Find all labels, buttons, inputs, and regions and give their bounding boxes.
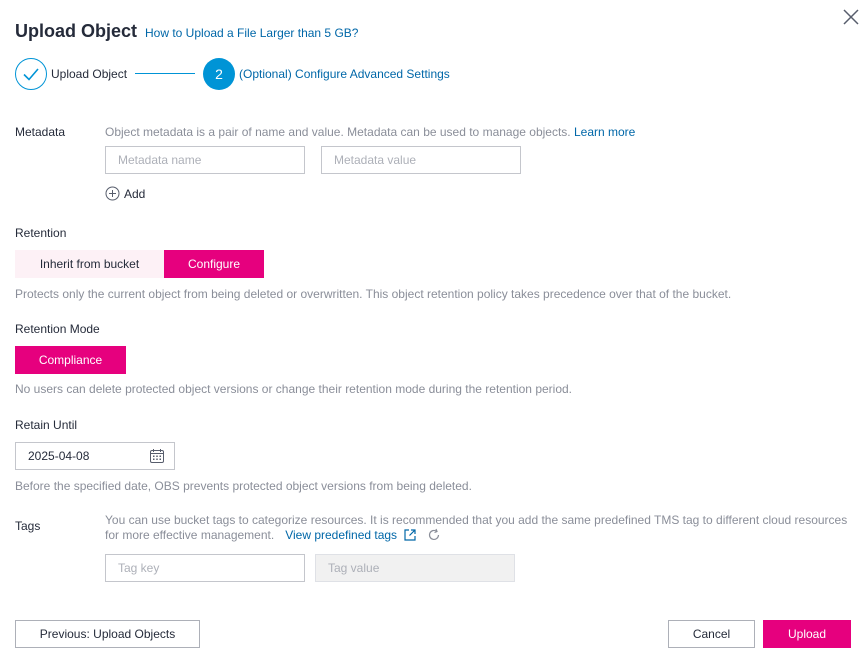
step-2-label: (Optional) Configure Advanced Settings: [239, 67, 450, 81]
step-1-label: Upload Object: [51, 67, 128, 81]
step-1-done-indicator: [15, 58, 47, 90]
retain-until-value: 2025-04-08: [28, 449, 90, 463]
tag-key-input[interactable]: Tag key: [105, 554, 305, 582]
close-icon[interactable]: [842, 8, 860, 26]
add-label: Add: [124, 186, 146, 201]
dialog-title: Upload Object: [15, 21, 138, 41]
add-circle-icon: [105, 186, 120, 201]
tags-label: Tags: [15, 519, 41, 533]
learn-more-link[interactable]: Learn more: [574, 125, 635, 139]
previous-step-button[interactable]: Previous: Upload Objects: [15, 620, 200, 648]
retention-configure-option[interactable]: Configure: [164, 250, 264, 278]
calendar-icon[interactable]: [149, 448, 165, 464]
refresh-icon[interactable]: [427, 528, 441, 542]
tag-value-input: Tag value: [315, 554, 515, 582]
view-predefined-tags-link[interactable]: View predefined tags: [285, 528, 397, 542]
step-connector: [135, 73, 195, 74]
metadata-name-input[interactable]: Metadata name: [105, 146, 305, 174]
metadata-value-input[interactable]: Metadata value: [321, 146, 521, 174]
add-metadata-button[interactable]: Add: [105, 186, 145, 201]
compliance-option[interactable]: Compliance: [15, 346, 126, 374]
tags-help-line-1: You can use bucket tags to categorize re…: [105, 513, 848, 527]
tags-help-line-2: for more effective management. View pred…: [105, 528, 441, 542]
retention-mode-help: No users can delete protected object ver…: [15, 382, 573, 396]
retention-inherit-option[interactable]: Inherit from bucket: [15, 250, 164, 278]
retention-label: Retention: [15, 226, 67, 240]
retention-mode-label: Retention Mode: [15, 322, 100, 336]
retention-help: Protects only the current object from be…: [15, 287, 732, 301]
metadata-help-text: Object metadata is a pair of name and va…: [105, 125, 571, 139]
cancel-button[interactable]: Cancel: [668, 620, 755, 648]
step-2-indicator: 2: [203, 58, 235, 90]
check-icon: [23, 68, 39, 81]
large-file-help-link[interactable]: How to Upload a File Larger than 5 GB?: [145, 26, 358, 40]
upload-button[interactable]: Upload: [763, 620, 851, 648]
metadata-help: Object metadata is a pair of name and va…: [105, 125, 635, 139]
retain-until-date-picker[interactable]: 2025-04-08: [15, 442, 175, 470]
retain-until-label: Retain Until: [15, 418, 78, 432]
retain-until-help: Before the specified date, OBS prevents …: [15, 479, 472, 493]
tags-help-text: for more effective management.: [105, 528, 275, 542]
external-link-icon[interactable]: [403, 528, 417, 542]
metadata-label: Metadata: [15, 125, 66, 139]
